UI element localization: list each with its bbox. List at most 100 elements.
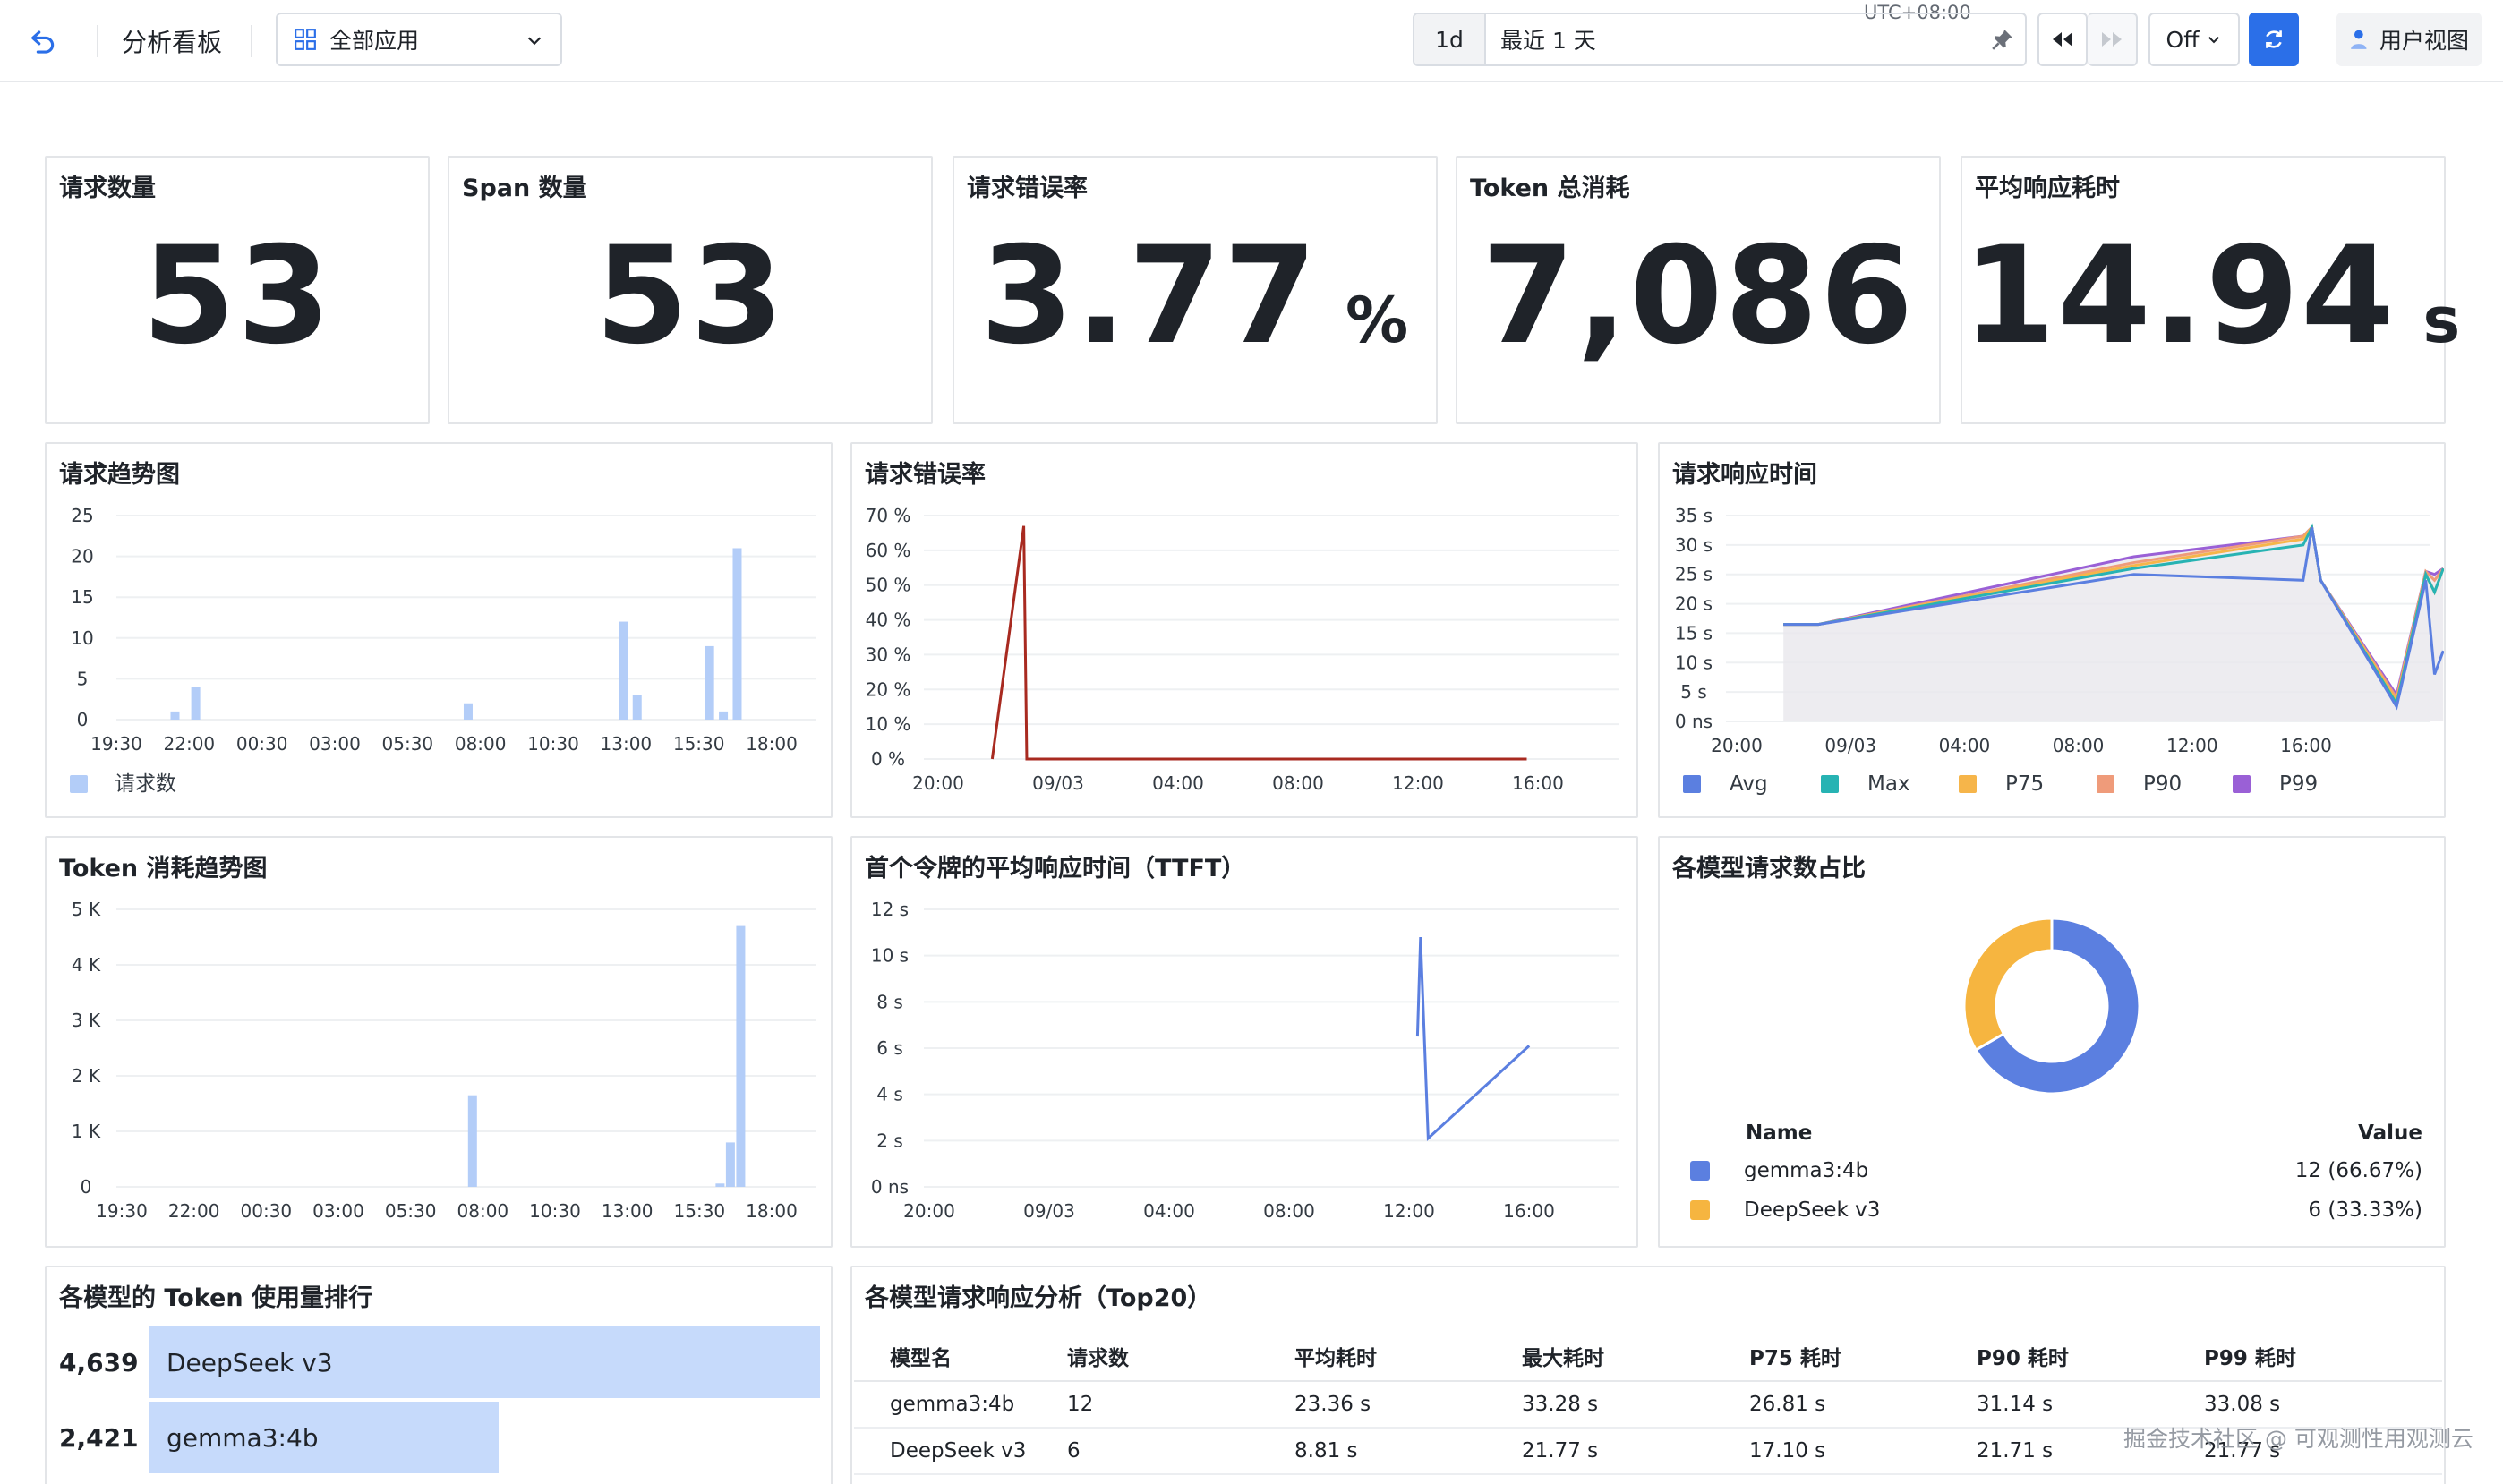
y-tick-label: 25 s xyxy=(1675,564,1713,585)
x-tick-label: 16:00 xyxy=(2280,735,2332,756)
column-header[interactable]: 模型名 xyxy=(854,1341,1067,1371)
stat-value: 14.94 s xyxy=(1962,218,2463,374)
fast-forward-icon xyxy=(2102,32,2122,47)
column-header: Name xyxy=(1746,1122,1813,1145)
y-tick-label: 0 % xyxy=(871,748,905,770)
stat-panel-avg-response: 平均响应耗时 14.94 s xyxy=(1961,156,2463,424)
y-tick-label: 15 s xyxy=(1675,622,1713,644)
x-tick-label: 19:30 xyxy=(96,1200,148,1222)
pie-legend-row[interactable]: gemma3:4b 12 (66.67%) xyxy=(1685,1151,2422,1190)
legend-label: 请求数 xyxy=(115,772,176,796)
column-header[interactable]: 平均耗时 xyxy=(1294,1341,1522,1371)
panel-response-time: 请求响应时间 0 ns 5 s 10 s 15 s 20 s 25 s 30 s 35 s 20… xyxy=(1658,442,2446,818)
y-tick-label: 20 xyxy=(71,546,93,567)
x-tick-label: 08:00 xyxy=(1263,1200,1315,1222)
rank-bar: DeepSeek v3 xyxy=(149,1326,820,1398)
x-tick-label: 09/03 xyxy=(1032,772,1084,794)
x-tick-label: 10:30 xyxy=(529,1200,581,1222)
divider xyxy=(251,25,252,57)
legend-swatch xyxy=(1683,775,1701,793)
top-bar: 分析看板 全部应用 UTC+08:00 1d 最近 1 天 Off 用户视图 xyxy=(0,0,2503,82)
y-tick-label: 8 s xyxy=(876,991,903,1012)
bar xyxy=(191,687,201,720)
table-cell: 6 xyxy=(1067,1439,1081,1463)
x-tick-label: 20:00 xyxy=(1711,735,1763,756)
table-cell: 21.77 s xyxy=(1522,1439,1599,1463)
app-select[interactable]: 全部应用 xyxy=(276,13,562,66)
user-icon xyxy=(2351,30,2367,49)
stat-panel-token-total: Token 总消耗 7,086 xyxy=(1456,156,1941,424)
time-range-label[interactable]: 最近 1 天 xyxy=(1486,23,1980,55)
table-cell: 26.81 s xyxy=(1749,1393,1826,1416)
stat-value: 7,086 xyxy=(1481,218,1916,374)
x-tick-label: 04:00 xyxy=(1152,772,1204,794)
column-header[interactable]: P99 耗时 xyxy=(2204,1341,2419,1371)
panel-ttft: 首个令牌的平均响应时间（TTFT） 0 ns 2 s4 s6 s8 s 10 s 12… xyxy=(850,836,1638,1248)
panel-title: Span 数量 xyxy=(462,175,587,202)
time-range-short[interactable]: 1d xyxy=(1414,14,1486,64)
grid-icon xyxy=(295,29,316,50)
ttft-chart: 0 ns 2 s 4 s 6 s 8 s 10 s 12 s 20:00 09/03 04:00 0… xyxy=(871,899,1619,1222)
table-cell: 12 xyxy=(1067,1393,1094,1416)
panel-token-trend: Token 消耗趋势图 01 K2 K3 K4 K5 K 19:30 22:00 00… xyxy=(45,836,833,1248)
x-tick-label: 22:00 xyxy=(164,733,216,755)
rewind-button[interactable] xyxy=(2037,13,2088,66)
x-tick-label: 05:30 xyxy=(382,733,434,755)
legend-label: P99 xyxy=(2279,772,2318,796)
legend-label: P90 xyxy=(2143,772,2182,796)
stat-unit: % xyxy=(1345,284,1411,357)
refresh-button[interactable] xyxy=(2249,13,2299,66)
pin-icon[interactable] xyxy=(1980,28,2025,51)
legend-value: 6 (33.33%) xyxy=(2308,1198,2422,1222)
x-tick-label: 12:00 xyxy=(1383,1200,1435,1222)
request-trend-chart: 0 5 10 15 20 25 19:30 22:00 00:30 03:00 05:30 08:00… xyxy=(70,505,816,796)
legend-label: Max xyxy=(1867,772,1910,796)
x-tick-label: 09/03 xyxy=(1824,735,1876,756)
table-cell: 33.28 s xyxy=(1522,1393,1599,1416)
pie-legend-header: Name Value xyxy=(1685,1115,2422,1151)
table-cell: DeepSeek v3 xyxy=(890,1439,1027,1463)
y-tick-label: 5 K xyxy=(72,899,101,920)
x-tick-label: 18:00 xyxy=(746,733,798,755)
bar xyxy=(467,1095,477,1187)
y-tick-label: 10 s xyxy=(1675,652,1713,673)
auto-refresh-select[interactable]: Off xyxy=(2148,13,2240,66)
column-header[interactable]: P90 耗时 xyxy=(1977,1341,2204,1371)
panel-error-rate: 请求错误率 0 % 10 % 20 % 30 % 40 % 50 % 60 % 70 % 20:… xyxy=(850,442,1638,818)
back-icon[interactable] xyxy=(23,21,63,61)
panel-title: 平均响应耗时 xyxy=(1975,175,2120,202)
rank-row[interactable]: 2,421 gemma3:4b xyxy=(59,1402,499,1473)
panel-title: 请求数量 xyxy=(59,175,156,202)
y-tick-label: 40 % xyxy=(866,610,911,631)
y-tick-label: 0 xyxy=(77,709,89,730)
area-fill xyxy=(1783,527,2444,721)
user-view-label: 用户视图 xyxy=(2379,28,2469,54)
time-range-picker[interactable]: 1d 最近 1 天 xyxy=(1413,13,2027,66)
legend-swatch xyxy=(1690,1161,1710,1181)
x-tick-label: 08:00 xyxy=(455,733,507,755)
y-tick-label: 10 xyxy=(71,627,93,649)
column-header[interactable]: 请求数 xyxy=(1067,1341,1294,1371)
y-tick-label: 1 K xyxy=(72,1121,101,1142)
stat-panel-error-rate: 请求错误率 3.77% xyxy=(953,156,1438,424)
column-header: Value xyxy=(2358,1122,2422,1145)
x-tick-label: 04:00 xyxy=(1939,735,1991,756)
column-header[interactable]: 最大耗时 xyxy=(1522,1341,1749,1371)
x-tick-label: 12:00 xyxy=(2166,735,2218,756)
y-tick-label: 5 s xyxy=(1680,681,1707,703)
x-tick-label: 20:00 xyxy=(912,772,964,794)
x-tick-label: 05:30 xyxy=(385,1200,437,1222)
divider xyxy=(97,25,98,57)
stat-value: 53 xyxy=(141,218,333,374)
legend-swatch xyxy=(1690,1200,1710,1220)
y-tick-label: 4 K xyxy=(72,954,101,976)
user-view-button[interactable]: 用户视图 xyxy=(2336,13,2482,66)
rank-row[interactable]: 4,639 DeepSeek v3 xyxy=(59,1326,820,1398)
x-tick-label: 15:30 xyxy=(673,733,725,755)
y-tick-label: 12 s xyxy=(871,899,909,920)
y-tick-label: 30 s xyxy=(1675,534,1713,556)
y-tick-label: 5 xyxy=(77,668,89,689)
pie-legend-row[interactable]: DeepSeek v3 6 (33.33%) xyxy=(1685,1190,2422,1230)
fast-forward-button[interactable] xyxy=(2088,13,2138,66)
column-header[interactable]: P75 耗时 xyxy=(1749,1341,1977,1371)
